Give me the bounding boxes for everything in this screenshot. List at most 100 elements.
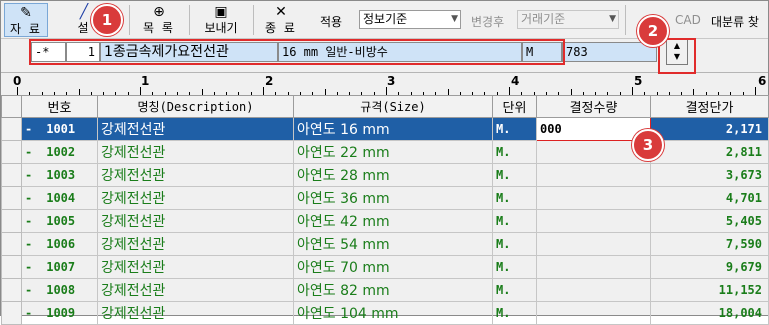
cell-qty[interactable] (536, 255, 651, 279)
table-row[interactable]: -1007 강제전선관 아연도 70 mm M. 9,679 (1, 255, 769, 279)
table-header-row: 번호 명칭(Description) 규격(Size) 단위 결정수량 결정단가 (1, 95, 769, 118)
table-row[interactable]: -1009 강제전선관 아연도 104 mm M. 18,004 (1, 301, 769, 325)
cell-spec: 아연도 82 mm (293, 278, 493, 302)
pen-icon: ╱ (79, 4, 89, 20)
cell-unit: M. (492, 117, 537, 141)
row-mark: - (25, 214, 33, 228)
row-header (1, 209, 22, 233)
column-header-price[interactable]: 결정단가 (650, 95, 769, 118)
send-button[interactable]: ▣ 보내기 (194, 3, 248, 37)
ruler-tick (263, 87, 264, 95)
row-number: 1001 (46, 122, 76, 136)
ruler-tick (509, 87, 510, 95)
column-header-qty[interactable]: 결정수량 (536, 95, 651, 118)
cell-spec: 아연도 22 mm (293, 140, 493, 164)
table-row[interactable]: -1005 강제전선관 아연도 42 mm M. 5,405 (1, 209, 769, 233)
callout-badge-2: 2 (637, 15, 669, 47)
cell-unit: M. (492, 278, 537, 302)
cell-price: 2,811 (650, 140, 769, 164)
after-change-select[interactable]: 거래기준 ▼ (517, 10, 619, 29)
cell-qty[interactable] (536, 186, 651, 210)
ruler-tick (386, 87, 387, 95)
cad-label[interactable]: CAD (675, 13, 701, 27)
row-header (1, 301, 22, 325)
table-row[interactable]: -1004 강제전선관 아연도 36 mm M. 4,701 (1, 186, 769, 210)
row-header (1, 117, 22, 141)
row-number: 1005 (46, 214, 76, 228)
cell-unit: M. (492, 232, 537, 256)
row-mark: - (25, 306, 33, 320)
table-row[interactable]: -1003 강제전선관 아연도 28 mm M. 3,673 (1, 163, 769, 187)
category-search-label[interactable]: 대분류 찾 (711, 13, 759, 30)
cell-price: 7,590 (650, 232, 769, 256)
row-header (1, 232, 22, 256)
cell-no: -1002 (21, 140, 98, 164)
chevron-down-icon: ▼ (609, 14, 616, 24)
callout-badge-3: 3 (632, 129, 664, 161)
column-header-spec[interactable]: 규격(Size) (293, 95, 493, 118)
cell-name: 강제전선관 (97, 163, 294, 187)
ruler-tick (755, 87, 756, 95)
cell-unit: M. (492, 301, 537, 325)
cell-price: 3,673 (650, 163, 769, 187)
row-number: 1004 (46, 191, 76, 205)
cell-price: 9,679 (650, 255, 769, 279)
table-row[interactable]: -1006 강제전선관 아연도 54 mm M. 7,590 (1, 232, 769, 256)
row-number: 1003 (46, 168, 76, 182)
cell-no: -1006 (21, 232, 98, 256)
cell-name: 강제전선관 (97, 232, 294, 256)
table-row[interactable]: -1008 강제전선관 아연도 82 mm M. 11,152 (1, 278, 769, 302)
column-header-no[interactable]: 번호 (21, 95, 98, 118)
toolbar-divider (625, 5, 626, 35)
row-mark: - (25, 168, 33, 182)
toolbar-divider (253, 5, 254, 35)
column-header-unit[interactable]: 단위 (492, 95, 537, 118)
ruler-label: 0 (13, 74, 22, 88)
ruler: 0 1 2 3 4 5 6 (1, 72, 768, 96)
row-header (1, 140, 22, 164)
ruler-label: 5 (634, 74, 643, 88)
apply-select[interactable]: 정보기준 ▼ (359, 10, 461, 29)
cell-no: -1008 (21, 278, 98, 302)
cell-price: 11,152 (650, 278, 769, 302)
callout-frame-spinner (658, 38, 696, 74)
cell-qty[interactable] (536, 278, 651, 302)
after-change-label: 변경후 (471, 15, 505, 29)
exit-button[interactable]: ✕ 종 료 (259, 3, 303, 37)
cell-name: 강제전선관 (97, 209, 294, 233)
row-mark: - (25, 260, 33, 274)
ruler-label: 1 (141, 74, 150, 88)
cell-qty[interactable] (536, 209, 651, 233)
row-mark: - (25, 145, 33, 159)
cell-unit: M. (492, 255, 537, 279)
cell-name: 강제전선관 (97, 140, 294, 164)
list-button[interactable]: ⊕ 목 록 (135, 3, 183, 37)
row-mark: - (25, 122, 33, 136)
item-code-field[interactable]: 783 (562, 42, 657, 62)
cell-spec: 아연도 104 mm (293, 301, 493, 325)
eraser-icon: ✎ (20, 5, 32, 21)
cell-spec: 아연도 16 mm (293, 117, 493, 141)
cell-qty[interactable] (536, 301, 651, 325)
data-button[interactable]: ✎ 자 료 (4, 3, 48, 37)
chevron-down-icon: ▼ (451, 14, 458, 24)
column-header-name[interactable]: 명칭(Description) (97, 95, 294, 118)
close-icon: ✕ (275, 4, 287, 20)
cell-unit: M. (492, 209, 537, 233)
cell-no: -1007 (21, 255, 98, 279)
cell-qty[interactable] (536, 232, 651, 256)
cell-price: 5,405 (650, 209, 769, 233)
cell-no: -1001 (21, 117, 98, 141)
row-header (1, 278, 22, 302)
cell-spec: 아연도 42 mm (293, 209, 493, 233)
row-number: 1006 (46, 237, 76, 251)
cell-name: 강제전선관 (97, 117, 294, 141)
cell-unit: M. (492, 186, 537, 210)
cell-unit: M. (492, 140, 537, 164)
row-number: 1007 (46, 260, 76, 274)
ruler-label: 6 (758, 74, 767, 88)
ruler-label: 3 (387, 74, 396, 88)
cell-qty[interactable] (536, 163, 651, 187)
row-header-corner (1, 95, 22, 118)
ruler-label: 2 (265, 74, 274, 88)
